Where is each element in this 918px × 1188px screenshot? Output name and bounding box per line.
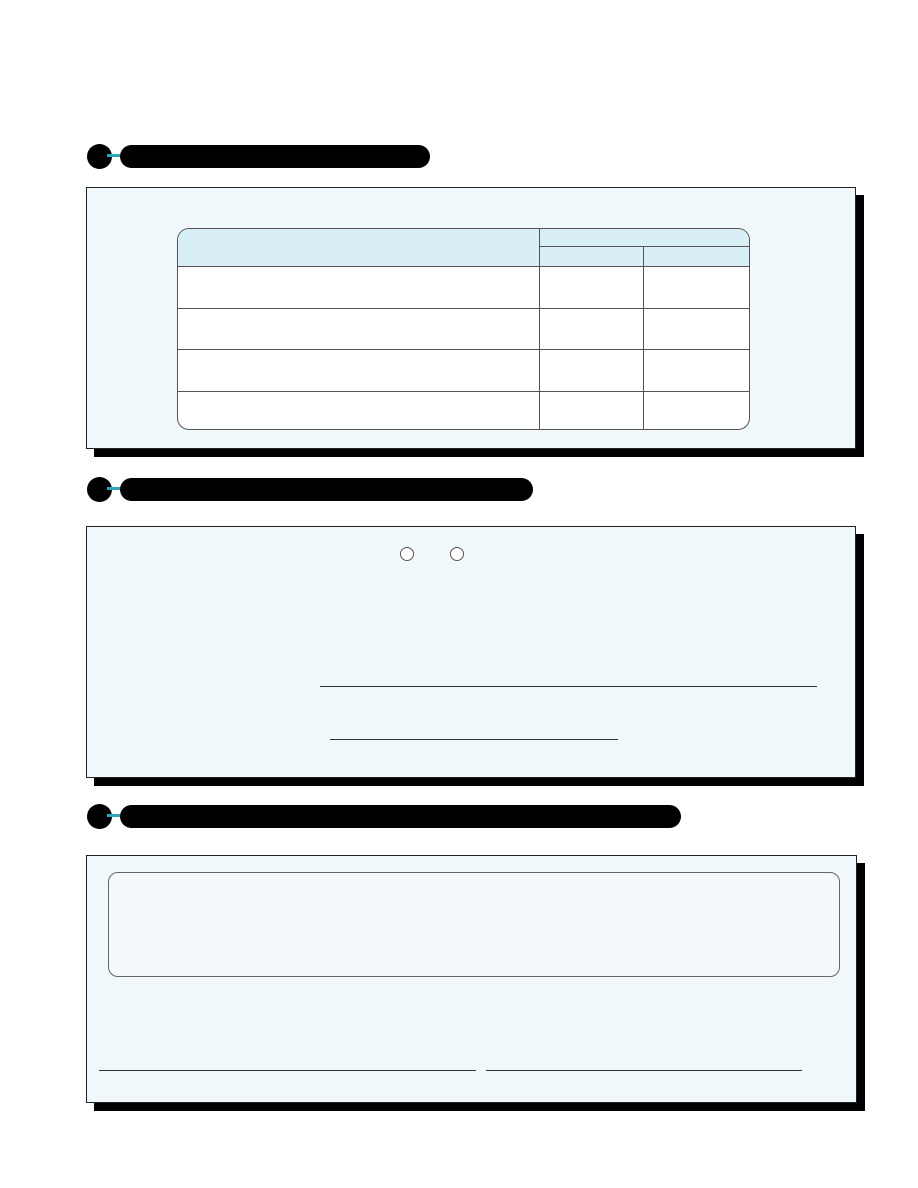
row-value-1[interactable]: [540, 309, 643, 350]
table-row: [178, 309, 749, 350]
yes-radio[interactable]: [400, 547, 414, 561]
section-3-panel: [86, 855, 857, 1103]
table-row: [178, 350, 749, 391]
table-row: [178, 267, 749, 308]
section-3-title: [120, 805, 681, 828]
table-header: [178, 229, 749, 267]
table-header-col2: [644, 247, 749, 266]
section-2-panel: [86, 526, 856, 778]
table-row: [178, 392, 749, 429]
row-label[interactable]: [178, 309, 539, 350]
section-1-panel: [86, 187, 856, 449]
field-1-line: [320, 686, 817, 687]
row-value-2[interactable]: [644, 267, 749, 308]
row-value-1[interactable]: [540, 350, 643, 391]
row-value-2[interactable]: [644, 309, 749, 350]
row-value-2[interactable]: [644, 392, 749, 429]
date-value[interactable]: [489, 1052, 799, 1068]
data-table: [177, 228, 750, 430]
row-value-1[interactable]: [540, 267, 643, 308]
field-2-line: [330, 739, 618, 740]
row-label[interactable]: [178, 267, 539, 308]
section-2-title: [120, 478, 533, 501]
row-value-1[interactable]: [540, 392, 643, 429]
section-3-heading: [87, 804, 681, 829]
row-label[interactable]: [178, 350, 539, 391]
row-label[interactable]: [178, 392, 539, 429]
table-header-col1: [539, 247, 643, 266]
statement-box: [108, 872, 840, 977]
no-radio[interactable]: [450, 547, 464, 561]
field-1-value[interactable]: [323, 669, 813, 685]
section-2-heading: [87, 477, 533, 502]
row-value-2[interactable]: [644, 350, 749, 391]
signature-line: [99, 1070, 476, 1071]
signature-value[interactable]: [101, 1052, 473, 1068]
section-1-title: [120, 145, 430, 168]
section-1-heading: [87, 144, 430, 169]
date-line: [486, 1070, 802, 1071]
table-header-label: [178, 229, 539, 266]
field-2-value[interactable]: [333, 722, 617, 738]
table-header-group: [539, 229, 749, 246]
